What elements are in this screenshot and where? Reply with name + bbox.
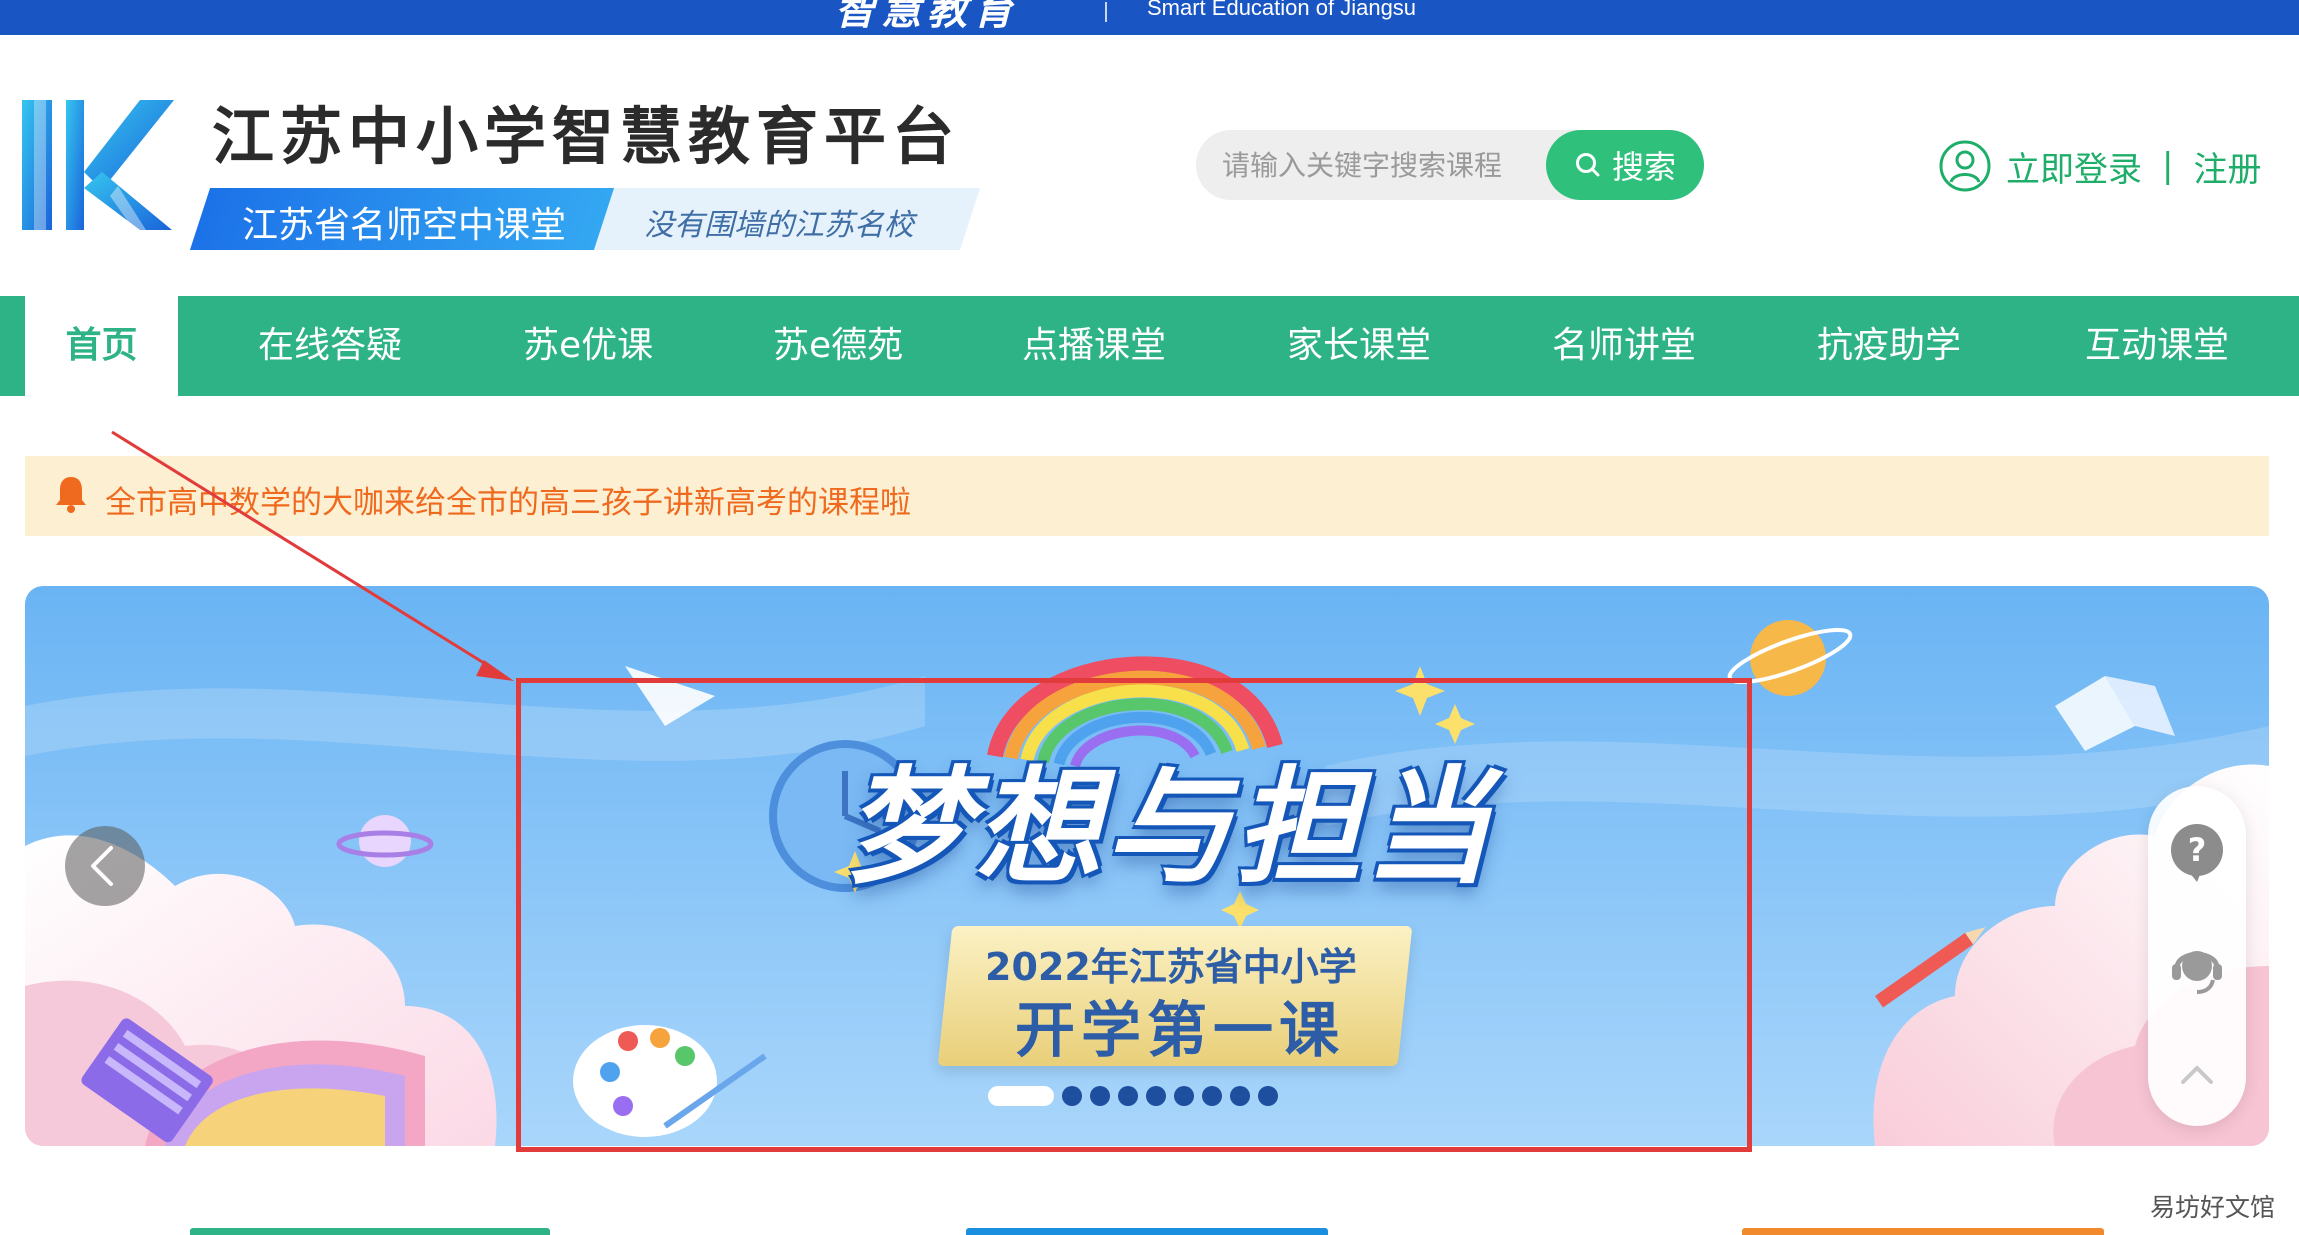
- nav-item-home[interactable]: 首页: [25, 296, 178, 396]
- section-tab-stub-2: [966, 1228, 1328, 1235]
- question-icon[interactable]: ?: [2167, 822, 2227, 882]
- account-links: 立即登录 | 注册: [1938, 138, 2261, 194]
- k-logo-icon[interactable]: [22, 100, 174, 230]
- section-tab-stub-1: [190, 1228, 550, 1235]
- site-title: 江苏中小学智慧教育平台: [212, 100, 961, 173]
- section-tab-stub-3: [1742, 1228, 2104, 1235]
- nav-item-su-e-deyuan[interactable]: 苏e德苑: [773, 296, 903, 396]
- slogan-badge: 没有围墙的江苏名校: [593, 188, 981, 250]
- register-link[interactable]: 注册: [2193, 142, 2261, 191]
- chevron-up-icon[interactable]: [2167, 1044, 2227, 1104]
- account-divider: |: [2162, 146, 2174, 186]
- sub-title-text: 江苏省名师空中课堂: [242, 205, 567, 246]
- search-icon: [1575, 153, 1600, 177]
- top-banner-strip: 智慧教育 Smart Education of Jiangsu: [0, 0, 2299, 35]
- carousel-prev-button[interactable]: [65, 826, 145, 906]
- chevron-left-icon: [91, 846, 113, 886]
- nav-item-parent-classroom[interactable]: 家长课堂: [1287, 296, 1431, 396]
- annotation-highlight-box: [516, 678, 1752, 1152]
- bell-icon: [56, 477, 86, 513]
- nav-item-interactive-classroom[interactable]: 互动课堂: [2085, 296, 2229, 396]
- nav-item-online-qa[interactable]: 在线答疑: [258, 296, 402, 396]
- main-nav: 首页 在线答疑 苏e优课 苏e德苑 点播课堂 家长课堂 名师讲堂 抗疫助学 互动…: [0, 296, 2299, 396]
- headset-icon[interactable]: [2167, 936, 2227, 996]
- search-button-label: 搜索: [1611, 148, 1676, 186]
- user-icon[interactable]: [1938, 139, 1992, 193]
- nav-item-famous-teacher[interactable]: 名师讲堂: [1552, 296, 1696, 396]
- nav-item-vod-classroom[interactable]: 点播课堂: [1022, 296, 1166, 396]
- login-link[interactable]: 立即登录: [2006, 142, 2142, 191]
- watermark: 易坊好文馆: [2150, 1193, 2276, 1222]
- top-title-en: Smart Education of Jiangsu: [1147, 0, 1417, 20]
- top-title-cn: 智慧教育: [835, 0, 1019, 34]
- slogan-text: 没有围墙的江苏名校: [644, 208, 914, 243]
- floating-side-panel: ?: [2148, 786, 2246, 1126]
- nav-item-epidemic-help[interactable]: 抗疫助学: [1817, 296, 1961, 396]
- search-button[interactable]: 搜索: [1546, 130, 1704, 200]
- svg-text:?: ?: [2188, 831, 2207, 869]
- search-input[interactable]: [1222, 140, 1542, 190]
- top-title-separator: [1105, 2, 1107, 22]
- notice-bar: 全市高中数学的大咖来给全市的高三孩子讲新高考的课程啦: [25, 456, 2269, 536]
- page: 智慧教育 Smart Education of Jiangsu 江苏中小学智慧教…: [0, 0, 2299, 1235]
- nav-item-su-e-youke[interactable]: 苏e优课: [523, 296, 653, 396]
- notice-text[interactable]: 全市高中数学的大咖来给全市的高三孩子讲新高考的课程啦: [105, 477, 911, 522]
- sub-title-badge: 江苏省名师空中课堂: [189, 188, 619, 250]
